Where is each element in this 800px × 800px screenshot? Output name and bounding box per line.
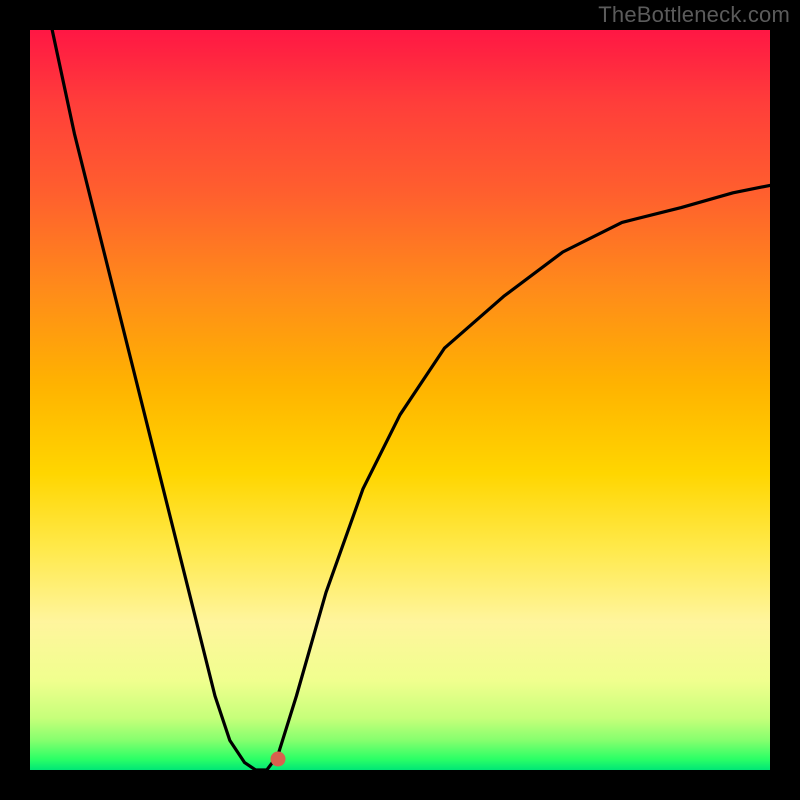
chart-frame: TheBottleneck.com [0,0,800,800]
watermark-text: TheBottleneck.com [598,2,790,28]
curve-path [52,30,770,770]
optimum-marker [270,751,285,766]
bottleneck-curve [30,30,770,770]
plot-area [30,30,770,770]
